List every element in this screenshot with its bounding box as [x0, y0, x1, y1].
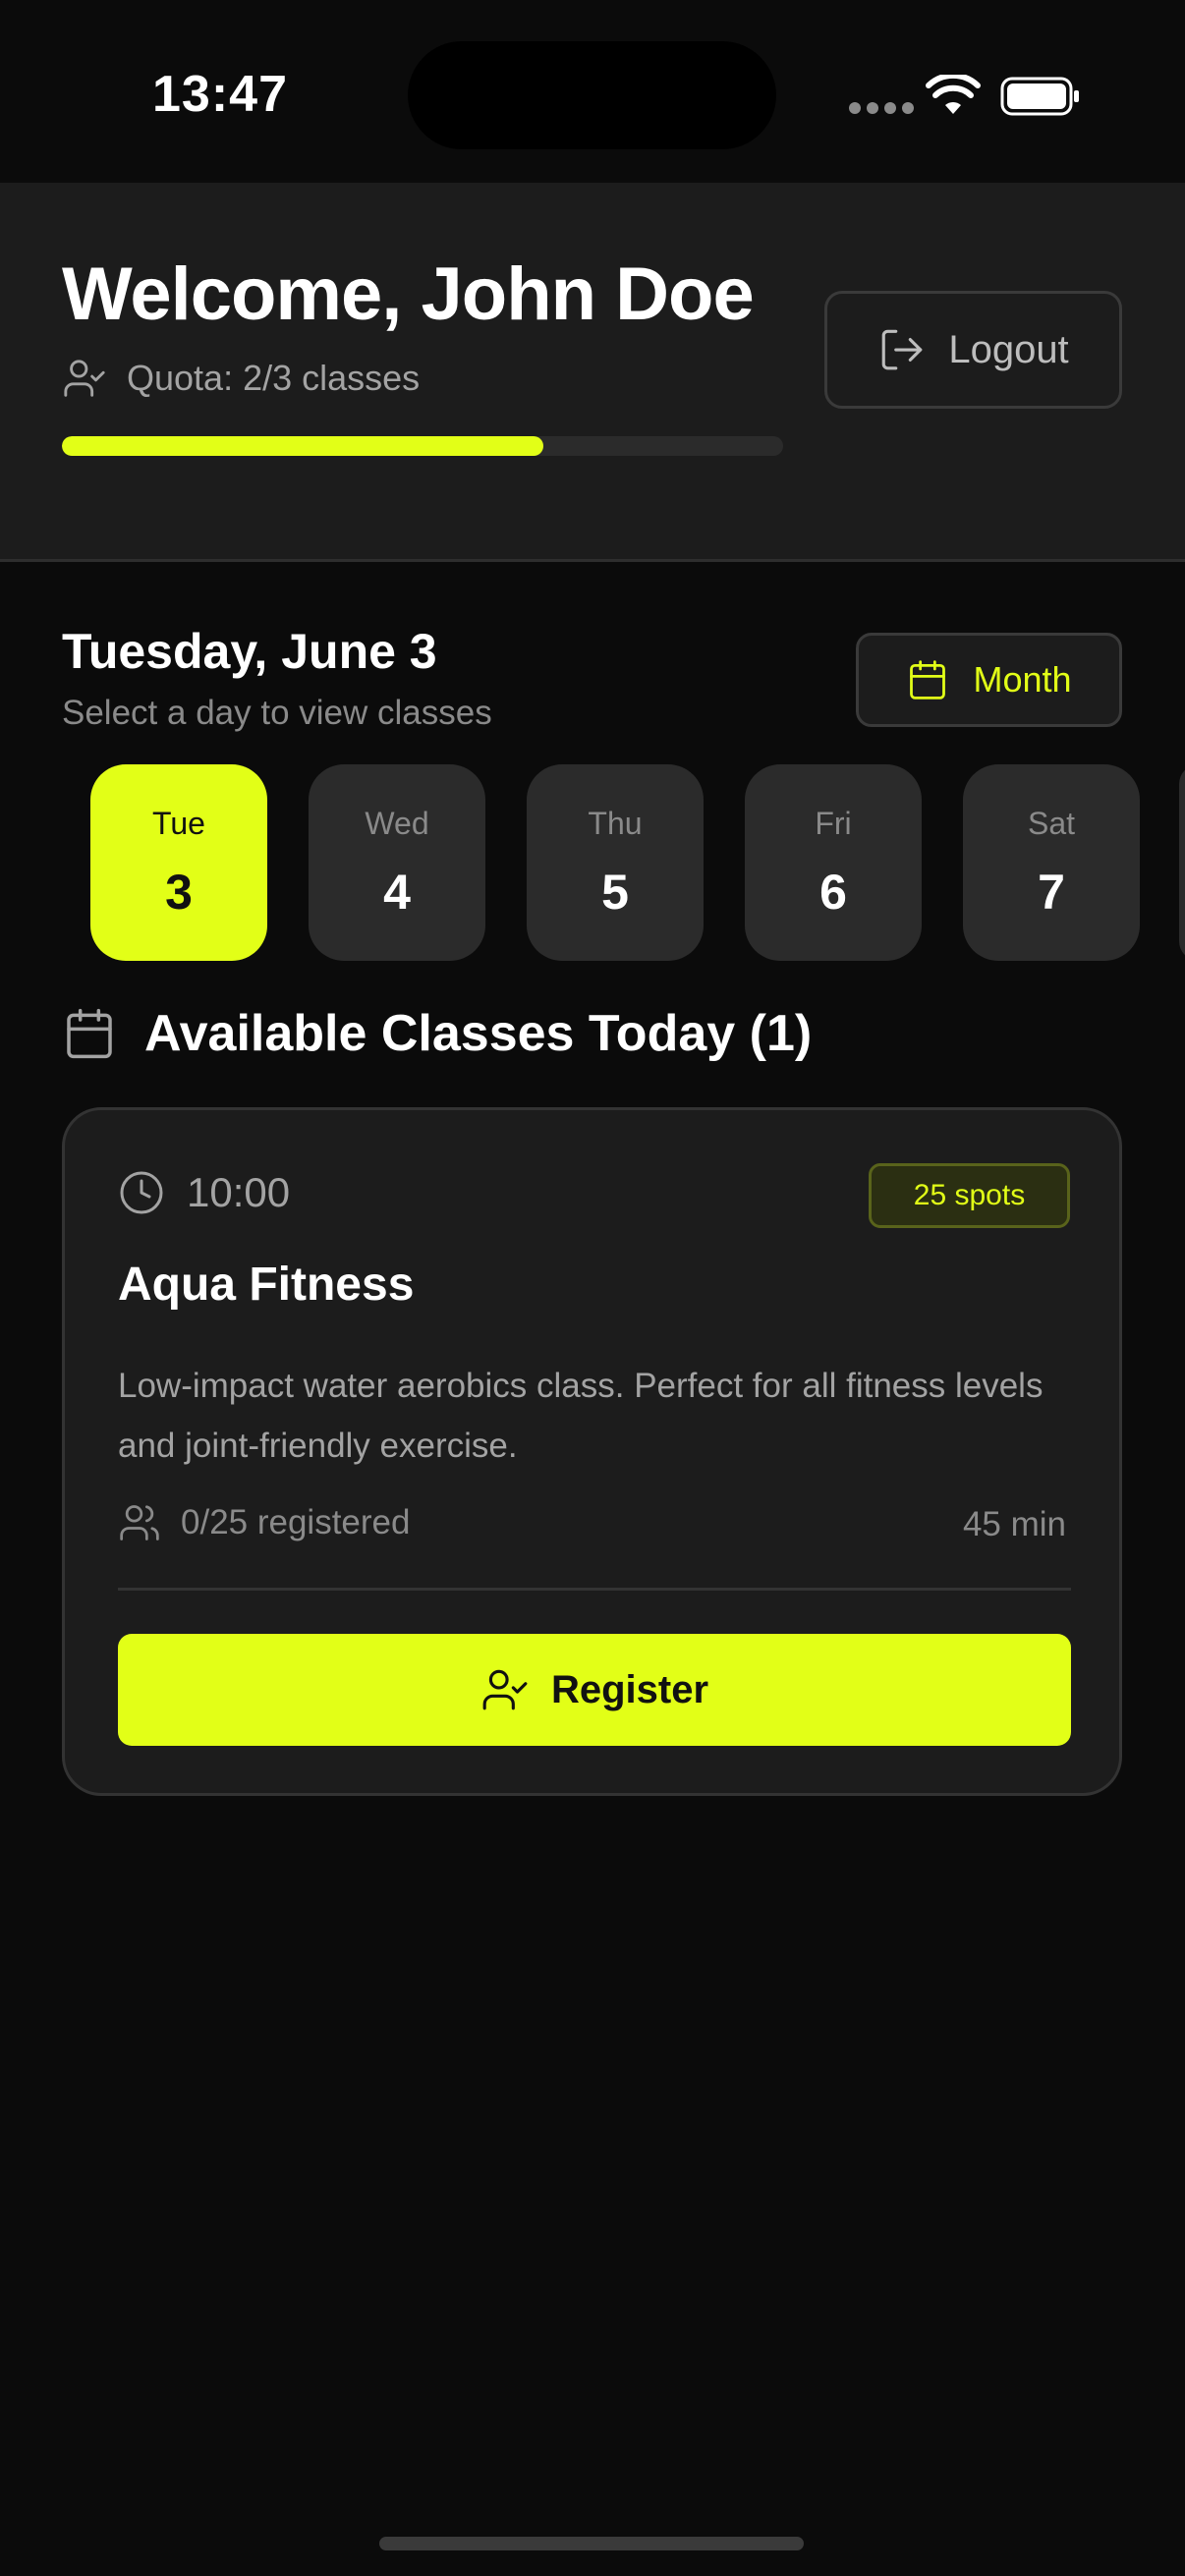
class-name: Aqua Fitness — [118, 1259, 415, 1311]
day-name: Thu — [588, 805, 643, 841]
app-screen: 13:47 Welcome, John Doe Quota: 2/3 class… — [0, 0, 1185, 2576]
user-check-icon — [482, 1669, 528, 1710]
month-label: Month — [973, 659, 1072, 700]
spots-text: 25 spots — [913, 1179, 1026, 1211]
class-time-row: 10:00 — [118, 1169, 290, 1216]
day-selector: Tue 3 Wed 4 Thu 5 Fri 6 Sat 7 — [0, 764, 1185, 961]
class-card: 10:00 25 spots Aqua Fitness Low-impact w… — [62, 1107, 1122, 1796]
battery-icon — [1000, 77, 1079, 116]
day-name: Fri — [815, 805, 852, 841]
class-description: Low-impact water aerobics class. Perfect… — [118, 1367, 1044, 1465]
card-divider — [118, 1588, 1071, 1591]
day-chip-thu[interactable]: Thu 5 — [527, 764, 704, 961]
classes-heading: Available Classes Today (1) — [62, 1004, 812, 1063]
day-chip-sat[interactable]: Sat 7 — [963, 764, 1140, 961]
status-time: 13:47 — [152, 66, 288, 123]
calendar-icon — [910, 660, 946, 700]
quota-progress-bar — [62, 436, 783, 456]
day-name: Wed — [365, 805, 429, 841]
day-number: 6 — [819, 864, 847, 920]
day-name: Sat — [1027, 805, 1076, 841]
status-bar: 13:47 — [0, 0, 1185, 183]
day-number: 3 — [165, 864, 193, 920]
quota-progress-fill — [62, 436, 543, 456]
quota-row: Quota: 2/3 classes — [62, 356, 420, 401]
register-button[interactable]: Register — [118, 1634, 1071, 1746]
day-number: 5 — [601, 864, 629, 920]
class-duration: 45 min — [962, 1505, 1066, 1543]
day-name: Tue — [152, 805, 205, 841]
logout-button[interactable]: Logout — [824, 291, 1122, 409]
day-number: 4 — [383, 864, 411, 920]
month-view-button[interactable]: Month — [856, 633, 1122, 727]
selected-date-title: Tuesday, June 3 — [62, 624, 437, 679]
cellular-signal-icon — [849, 102, 914, 114]
class-time: 10:00 — [187, 1169, 291, 1215]
registered-row: 0/25 registered — [118, 1501, 410, 1544]
user-check-icon — [64, 360, 105, 397]
quota-text: Quota: 2/3 classes — [127, 358, 421, 398]
header-card: Welcome, John Doe Quota: 2/3 classes Log… — [0, 183, 1185, 562]
logout-label: Logout — [948, 327, 1069, 371]
day-chip-tue[interactable]: Tue 3 — [90, 764, 267, 961]
date-subtitle: Select a day to view classes — [62, 694, 492, 732]
spots-badge: 25 spots — [869, 1163, 1070, 1228]
register-label: Register — [550, 1667, 709, 1711]
wifi-icon — [926, 75, 981, 114]
registered-count: 0/25 registered — [181, 1503, 411, 1541]
logout-icon — [882, 329, 923, 370]
clock-icon — [120, 1171, 163, 1214]
welcome-title: Welcome, John Doe — [62, 252, 755, 336]
day-chip-fri[interactable]: Fri 6 — [745, 764, 922, 961]
day-chip-wed[interactable]: Wed 4 — [309, 764, 485, 961]
home-indicator[interactable] — [379, 2537, 804, 2550]
users-icon — [120, 1505, 159, 1540]
day-number: 7 — [1038, 864, 1065, 920]
dynamic-island — [408, 41, 776, 149]
calendar-icon — [67, 1008, 112, 1059]
classes-title: Available Classes Today (1) — [144, 1005, 813, 1062]
day-chip-next-partial[interactable] — [1179, 764, 1185, 961]
